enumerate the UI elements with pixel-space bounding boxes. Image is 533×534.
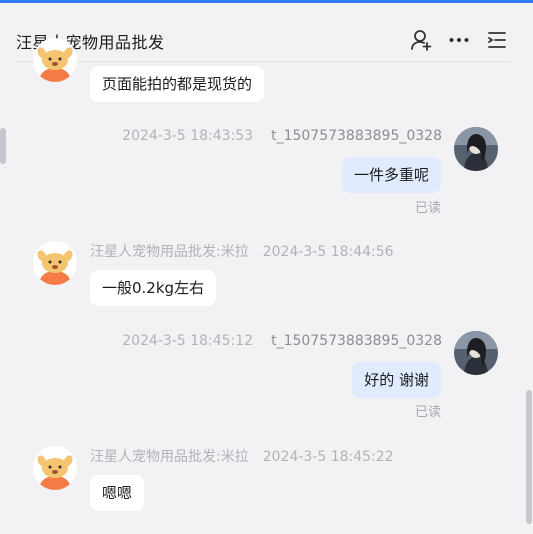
read-status: 已读 [414,201,441,216]
sender-name: t_1507573883895_0328 [271,128,442,144]
message-time: 2024-3-5 18:44:56 [262,244,394,260]
sender-name: 汪星人宠物用品批发:米拉 [90,244,249,260]
left-scrollbar[interactable] [0,128,6,164]
message-bubble: 好的 谢谢 [352,362,441,398]
message-bubble: 页面能拍的都是现货的 [90,66,265,102]
message-meta: 汪星人宠物用品批发:米拉 2024-3-5 18:45:22 [90,446,394,466]
shop-avatar[interactable] [33,446,77,490]
sender-name: t_1507573883895_0328 [271,333,442,349]
message-time: 2024-3-5 18:45:22 [262,449,394,465]
list-icon[interactable] [485,28,509,52]
message-bubble: 嗯嗯 [90,475,145,511]
scrollbar-thumb[interactable] [526,390,532,524]
shop-avatar[interactable] [33,38,77,82]
message-meta: 2024-3-5 18:43:53 t_1507573883895_0328 [122,128,442,144]
add-person-icon[interactable] [409,28,433,52]
message-bubble: 一般0.2kg左右 [90,270,217,306]
message-time: 2024-3-5 18:45:12 [122,333,254,349]
read-status: 已读 [414,405,441,420]
user-avatar[interactable] [454,127,498,171]
user-avatar[interactable] [454,331,498,375]
message-meta: 汪星人宠物用品批发:米拉 2024-3-5 18:44:56 [90,241,394,261]
shop-avatar[interactable] [33,241,77,285]
more-icon[interactable] [447,28,471,52]
sender-name: 汪星人宠物用品批发:米拉 [90,449,249,465]
message-time: 2024-3-5 18:43:53 [122,128,254,144]
message-bubble: 一件多重呢 [341,157,441,193]
message-meta: 2024-3-5 18:45:12 t_1507573883895_0328 [122,333,442,349]
